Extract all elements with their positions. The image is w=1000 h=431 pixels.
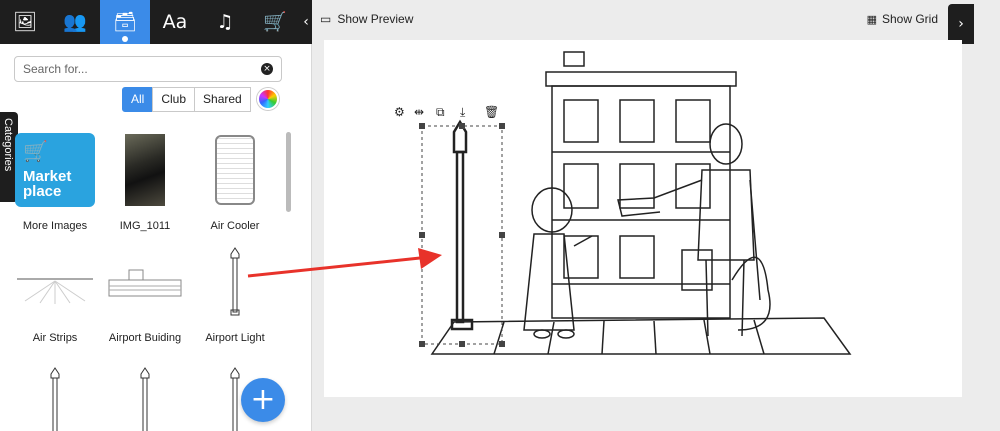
assets-scrollbar[interactable] (286, 132, 291, 212)
air-strips-image (17, 278, 93, 304)
show-preview-button[interactable]: ▭ Show Preview (320, 12, 413, 26)
filter-group: All Club Shared (122, 87, 279, 112)
selection-frame: ⚙ ⇹ ⧉ ⤓ 🗑 (394, 105, 505, 347)
search-box: × (14, 56, 282, 82)
marketplace-text-2: place (23, 183, 62, 200)
panel-toolbar: 🖼 👥 🗃 Aa ♫ 🛒 ‹ (0, 0, 312, 44)
monitor-icon: ▭ (320, 12, 332, 26)
app-root: 🖼 👥 🗃 Aa ♫ 🛒 ‹ × All Club Shared Categor… (0, 0, 1000, 431)
asset-item-more-images[interactable]: 🛒 Market place More Images (10, 128, 100, 232)
music-icon: ♫ (216, 10, 234, 33)
asset-label: Airport Buiding (108, 332, 182, 344)
man-torso (697, 169, 755, 261)
show-grid-button[interactable]: ▦ Show Grid (867, 12, 938, 26)
airport-building-image (108, 269, 182, 297)
add-button[interactable]: + (241, 378, 285, 422)
airport-light-image (230, 247, 240, 316)
show-preview-label: Show Preview (337, 12, 414, 26)
asset-item-air-cooler[interactable]: Air Cooler (190, 128, 280, 232)
canvas-topbar: ▭ Show Preview ▦ Show Grid › (312, 0, 974, 44)
assets-panel: 🖼 👥 🗃 Aa ♫ 🛒 ‹ × All Club Shared Categor… (0, 0, 312, 431)
asset-item-airport-building[interactable]: Airport Buiding (100, 240, 190, 344)
asset-thumb (13, 360, 97, 431)
asset-thumb (103, 128, 187, 212)
filter-shared[interactable]: Shared (194, 87, 251, 112)
building-body (551, 85, 731, 319)
clear-search-icon[interactable]: × (261, 63, 273, 75)
tab-characters[interactable]: 👥 (50, 0, 100, 44)
asset-item-img-1011[interactable]: IMG_1011 (100, 128, 190, 232)
scene-illustration: ⚙ ⇹ ⧉ ⤓ 🗑 (394, 51, 852, 355)
grid-icon: ▦ (866, 12, 877, 26)
lamp-pole (455, 150, 465, 324)
asset-item-lamp-2[interactable] (100, 360, 190, 431)
chevron-left-icon: ‹ (303, 14, 309, 30)
svg-text:⤓: ⤓ (460, 105, 466, 119)
asset-thumb (13, 240, 97, 324)
search-input[interactable] (15, 57, 255, 81)
svg-text:⇹: ⇹ (414, 105, 424, 119)
lamp-post-image (50, 367, 60, 431)
asset-label: More Images (22, 220, 88, 232)
tab-marketplace[interactable]: 🛒 (250, 0, 300, 44)
asset-thumb: 🛒 Market place (13, 128, 97, 212)
chevron-right-icon: › (958, 16, 964, 32)
tab-music[interactable]: ♫ (200, 0, 250, 44)
collapse-panel-button[interactable]: ‹ (300, 0, 312, 44)
lamp-post-image (140, 367, 150, 431)
filter-all[interactable]: All (122, 87, 154, 112)
photo-image (125, 134, 165, 206)
characters-icon: 👥 (63, 10, 87, 33)
tab-images[interactable]: 🖼 (0, 0, 50, 44)
svg-text:⚙: ⚙ (394, 105, 405, 119)
kid-body (523, 233, 575, 331)
man-head (709, 123, 743, 165)
props-icon: 🗃 (112, 10, 138, 33)
text-icon: Aa (162, 10, 188, 33)
asset-thumb (193, 240, 277, 324)
marketplace-logo: 🛒 Market place (15, 133, 95, 207)
asset-item-lamp-1[interactable] (10, 360, 100, 431)
building-roof (545, 71, 737, 87)
asset-label: IMG_1011 (119, 220, 171, 232)
asset-label: Air Strips (32, 332, 78, 344)
svg-text:⧉: ⧉ (436, 105, 445, 119)
air-cooler-image (215, 135, 255, 205)
asset-item-airport-light[interactable]: Airport Light (190, 240, 280, 344)
svg-text:🗑: 🗑 (484, 105, 499, 119)
chimney (563, 51, 585, 67)
asset-thumb (103, 240, 187, 324)
filter-club[interactable]: Club (152, 87, 196, 112)
asset-item-air-strips[interactable]: Air Strips (10, 240, 100, 344)
image-icon: 🖼 (12, 10, 38, 33)
asset-thumb (103, 360, 187, 431)
asset-label: Airport Light (205, 332, 265, 344)
collapse-right-panel-button[interactable]: › (948, 4, 974, 44)
tab-props[interactable]: 🗃 (100, 0, 150, 44)
man-arm-paper (617, 179, 703, 217)
tab-text[interactable]: Aa (150, 0, 200, 44)
asset-thumb (193, 128, 277, 212)
asset-label: Air Cooler (210, 220, 260, 232)
show-grid-label: Show Grid (881, 12, 938, 26)
scene-canvas[interactable]: ⚙ ⇹ ⧉ ⤓ 🗑 (324, 40, 962, 397)
cart-icon: 🛒 (23, 139, 48, 163)
crosswalk (430, 317, 852, 355)
cart-icon: 🛒 (263, 10, 287, 33)
marketplace-text-1: Market (23, 168, 72, 185)
color-filter-icon[interactable] (256, 88, 279, 110)
